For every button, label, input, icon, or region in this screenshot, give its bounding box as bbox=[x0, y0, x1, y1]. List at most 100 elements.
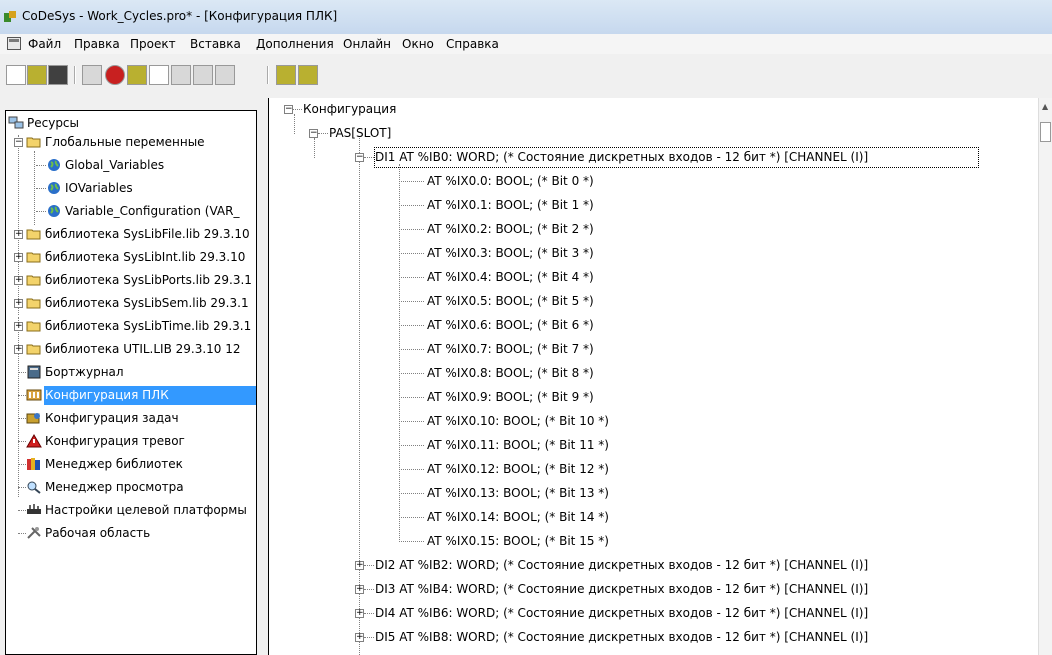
tree-label: Глобальные переменные bbox=[45, 135, 205, 149]
tree-label: AT %IX0.7: BOOL; (* Bit 7 *) bbox=[427, 342, 594, 356]
tree-label: Конфигурация bbox=[303, 102, 397, 116]
tree-label: AT %IX0.5: BOOL; (* Bit 5 *) bbox=[427, 294, 594, 308]
replace-icon[interactable] bbox=[298, 65, 318, 85]
task-config-icon bbox=[26, 413, 40, 424]
collapse-icon[interactable]: − bbox=[284, 105, 293, 114]
tree-label: AT %IX0.3: BOOL; (* Bit 3 *) bbox=[427, 246, 594, 260]
menu-bar: Файл Правка Проект Вставка Дополнения Он… bbox=[0, 34, 1052, 54]
compile-icon[interactable] bbox=[82, 65, 102, 85]
tree-connector bbox=[18, 418, 26, 419]
tree-connector bbox=[399, 373, 424, 374]
tree-connector bbox=[18, 533, 26, 534]
expand-icon[interactable]: + bbox=[14, 345, 23, 354]
expand-icon[interactable]: + bbox=[14, 253, 23, 262]
login-icon[interactable] bbox=[127, 65, 147, 85]
collapse-icon[interactable]: − bbox=[14, 138, 23, 147]
tree-connector bbox=[399, 541, 424, 542]
expand-icon[interactable]: + bbox=[355, 633, 364, 642]
menu-online[interactable]: Онлайн bbox=[343, 37, 391, 51]
magnifier-icon bbox=[27, 481, 41, 494]
document-menu-icon[interactable] bbox=[7, 37, 21, 50]
tree-connector bbox=[399, 349, 424, 350]
toolbar-separator bbox=[267, 66, 269, 84]
tree-connector bbox=[399, 301, 424, 302]
menu-project[interactable]: Проект bbox=[130, 37, 176, 51]
tree-label: AT %IX0.15: BOOL; (* Bit 15 *) bbox=[427, 534, 609, 548]
collapse-icon[interactable]: − bbox=[355, 153, 364, 162]
tree-label: Настройки целевой платформы bbox=[45, 503, 247, 517]
scroll-up-icon[interactable]: ▲ bbox=[1042, 102, 1048, 111]
tree-connector bbox=[18, 395, 26, 396]
find-icon[interactable] bbox=[276, 65, 296, 85]
menu-insert[interactable]: Вставка bbox=[190, 37, 241, 51]
globe-icon bbox=[48, 205, 60, 217]
menu-window[interactable]: Окно bbox=[402, 37, 434, 51]
tree-label: Бортжурнал bbox=[45, 365, 124, 379]
tree-connector bbox=[364, 637, 374, 638]
tree-connector bbox=[36, 211, 46, 212]
codesys-app-icon bbox=[4, 11, 16, 22]
expand-icon[interactable]: + bbox=[355, 585, 364, 594]
tree-label: AT %IX0.6: BOOL; (* Bit 6 *) bbox=[427, 318, 594, 332]
expand-icon[interactable]: + bbox=[14, 299, 23, 308]
expand-icon[interactable]: + bbox=[355, 609, 364, 618]
resources-tree-panel: Ресурсы − Глобальные переменные Global_V… bbox=[5, 110, 257, 655]
tree-connector bbox=[294, 114, 295, 134]
menu-edit[interactable]: Правка bbox=[74, 37, 120, 51]
tree-label: IOVariables bbox=[65, 181, 133, 195]
folder-icon bbox=[26, 321, 41, 332]
tree-label-focused: DI1 AT %IB0: WORD; (* Состояние дискретн… bbox=[373, 147, 980, 168]
expand-icon[interactable]: + bbox=[14, 322, 23, 331]
globe-icon bbox=[48, 159, 60, 171]
step-icon[interactable] bbox=[193, 65, 213, 85]
tree-connector bbox=[399, 493, 424, 494]
tree-connector bbox=[18, 510, 26, 511]
title-bar: CoDeSys - Work_Cycles.pro* - [Конфигурац… bbox=[0, 0, 1052, 35]
tree-connector bbox=[364, 613, 374, 614]
tree-connector bbox=[364, 589, 374, 590]
tree-label: Рабочая область bbox=[45, 526, 151, 540]
menu-file[interactable]: Файл bbox=[28, 37, 61, 51]
tree-label: AT %IX0.4: BOOL; (* Bit 4 *) bbox=[427, 270, 594, 284]
tree-connector bbox=[18, 372, 26, 373]
folder-icon bbox=[26, 298, 41, 309]
expand-icon[interactable]: + bbox=[14, 230, 23, 239]
toolbar bbox=[0, 58, 1052, 92]
splitter[interactable] bbox=[258, 96, 268, 655]
tree-connector bbox=[399, 164, 400, 542]
run-icon[interactable] bbox=[171, 65, 191, 85]
tree-label: библиотека UTIL.LIB 29.3.10 12 bbox=[45, 342, 241, 356]
new-icon[interactable] bbox=[6, 65, 26, 85]
vertical-scrollbar[interactable]: ▲ bbox=[1038, 98, 1052, 655]
target-settings-icon bbox=[27, 504, 41, 514]
stop-icon[interactable] bbox=[105, 65, 125, 85]
tree-connector bbox=[36, 188, 46, 189]
tree-label: DI3 AT %IB4: WORD; (* Состояние дискретн… bbox=[375, 582, 869, 596]
collapse-icon[interactable]: − bbox=[309, 129, 318, 138]
tree-connector bbox=[318, 133, 328, 134]
tree-connector bbox=[399, 397, 424, 398]
tree-label: Конфигурация тревог bbox=[45, 434, 185, 448]
tree-connector bbox=[399, 181, 424, 182]
books-icon bbox=[27, 458, 40, 470]
menu-help[interactable]: Справка bbox=[446, 37, 499, 51]
expand-icon[interactable]: + bbox=[14, 276, 23, 285]
tree-label: DI4 AT %IB6: WORD; (* Состояние дискретн… bbox=[375, 606, 869, 620]
tree-connector bbox=[314, 138, 315, 158]
save-icon[interactable] bbox=[48, 65, 68, 85]
breakpoint-icon[interactable] bbox=[215, 65, 235, 85]
tree-connector bbox=[399, 253, 424, 254]
tree-connector bbox=[399, 517, 424, 518]
tree-connector bbox=[399, 325, 424, 326]
menu-extras[interactable]: Дополнения bbox=[256, 37, 334, 51]
tree-label: AT %IX0.10: BOOL; (* Bit 10 *) bbox=[427, 414, 609, 428]
tree-label: DI2 AT %IB2: WORD; (* Состояние дискретн… bbox=[375, 558, 869, 572]
tools-icon bbox=[27, 527, 41, 539]
open-icon[interactable] bbox=[27, 65, 47, 85]
scroll-thumb[interactable] bbox=[1040, 122, 1051, 142]
tree-connector bbox=[399, 229, 424, 230]
logout-icon[interactable] bbox=[149, 65, 169, 85]
tree-label: AT %IX0.0: BOOL; (* Bit 0 *) bbox=[427, 174, 594, 188]
expand-icon[interactable]: + bbox=[355, 561, 364, 570]
tree-label: библиотека SysLibPorts.lib 29.3.1 bbox=[45, 273, 252, 287]
